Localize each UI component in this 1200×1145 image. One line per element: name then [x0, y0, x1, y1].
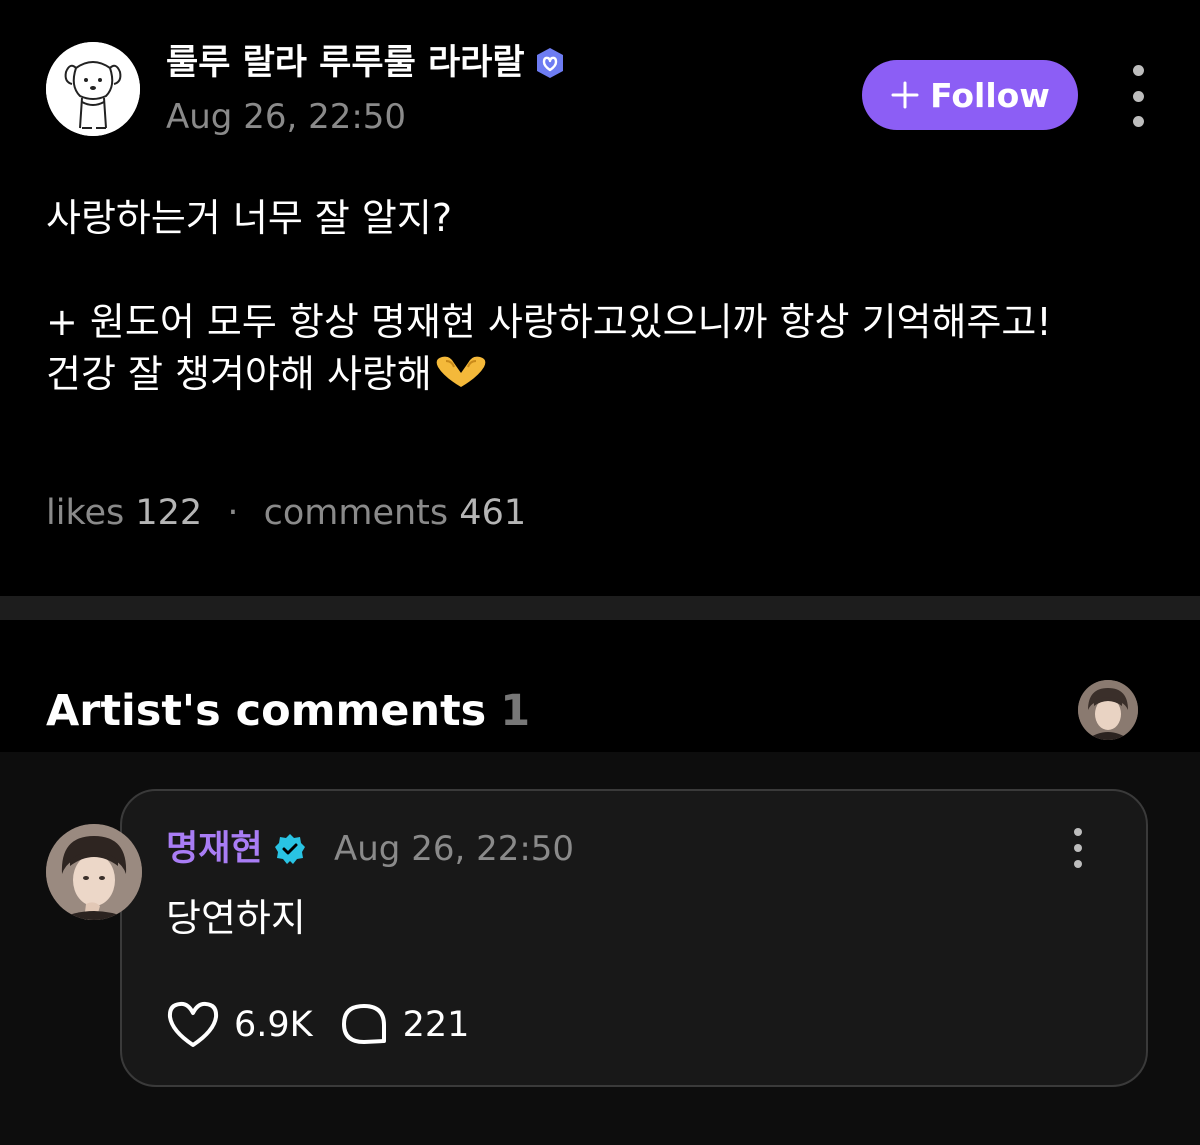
follow-label: Follow: [930, 75, 1050, 115]
comment-more-options-icon[interactable]: [1064, 828, 1092, 868]
comment-like-count: 6.9K: [234, 1005, 313, 1045]
reply-bubble-icon: [341, 1004, 386, 1044]
comment-reply-button[interactable]: 221: [339, 1000, 470, 1050]
follow-button[interactable]: Follow: [862, 60, 1078, 130]
post-stats: likes 122 · comments 461: [46, 490, 526, 536]
artist-avatar-small[interactable]: [1078, 680, 1138, 740]
likes-label: likes: [46, 493, 125, 533]
likes-count: 122: [135, 493, 203, 533]
artist-photo-icon: [1078, 680, 1138, 740]
artist-comments-count: 1: [500, 686, 531, 736]
post-line: 건강 잘 챙겨야해 사랑해: [46, 348, 1166, 400]
comment-like-button[interactable]: 6.9K: [166, 1000, 313, 1050]
comment-timestamp: Aug 26, 22:50: [334, 829, 575, 869]
plus-icon: [891, 81, 919, 109]
comment-reply-count: 221: [402, 1005, 470, 1045]
stats-separator: ·: [227, 493, 239, 533]
author-name[interactable]: 룰루 랄라 루루룰 라라랄: [166, 40, 567, 86]
comments-count[interactable]: 461: [459, 493, 526, 533]
post-line: 사랑하는거 너무 잘 알지?: [46, 196, 453, 240]
comment-author-name: 명재현: [166, 829, 263, 869]
comment-author[interactable]: 명재현: [166, 826, 307, 872]
comment-author-avatar[interactable]: [46, 824, 142, 920]
post-body: 사랑하는거 너무 잘 알지? + 원도어 모두 항상 명재현 사랑하고있으니까 …: [46, 192, 1166, 400]
author-name-text: 룰루 랄라 루루룰 라라랄: [166, 43, 525, 83]
comment-text: 당연하지: [166, 896, 306, 940]
section-divider: [0, 596, 1200, 620]
heart-icon: [167, 1001, 219, 1047]
heart-hands-emoji-icon: [436, 356, 486, 387]
post-timestamp: Aug 26, 22:50: [166, 97, 407, 137]
artist-comments-title-text: Artist's comments: [46, 686, 487, 736]
more-options-icon[interactable]: [1118, 65, 1158, 127]
comment-actions: 6.9K 221: [166, 1000, 495, 1050]
verified-artist-badge-icon: [274, 834, 305, 864]
dog-avatar-icon: [46, 42, 140, 136]
verified-fan-badge-icon: [536, 48, 563, 78]
comments-label[interactable]: comments: [264, 493, 449, 533]
post-line: + 원도어 모두 항상 명재현 사랑하고있으니까 항상 기억해주고!: [46, 300, 1052, 344]
artist-comments-title: Artist's comments 1: [46, 684, 530, 738]
author-avatar[interactable]: [46, 42, 140, 136]
artist-photo-icon: [46, 824, 142, 920]
